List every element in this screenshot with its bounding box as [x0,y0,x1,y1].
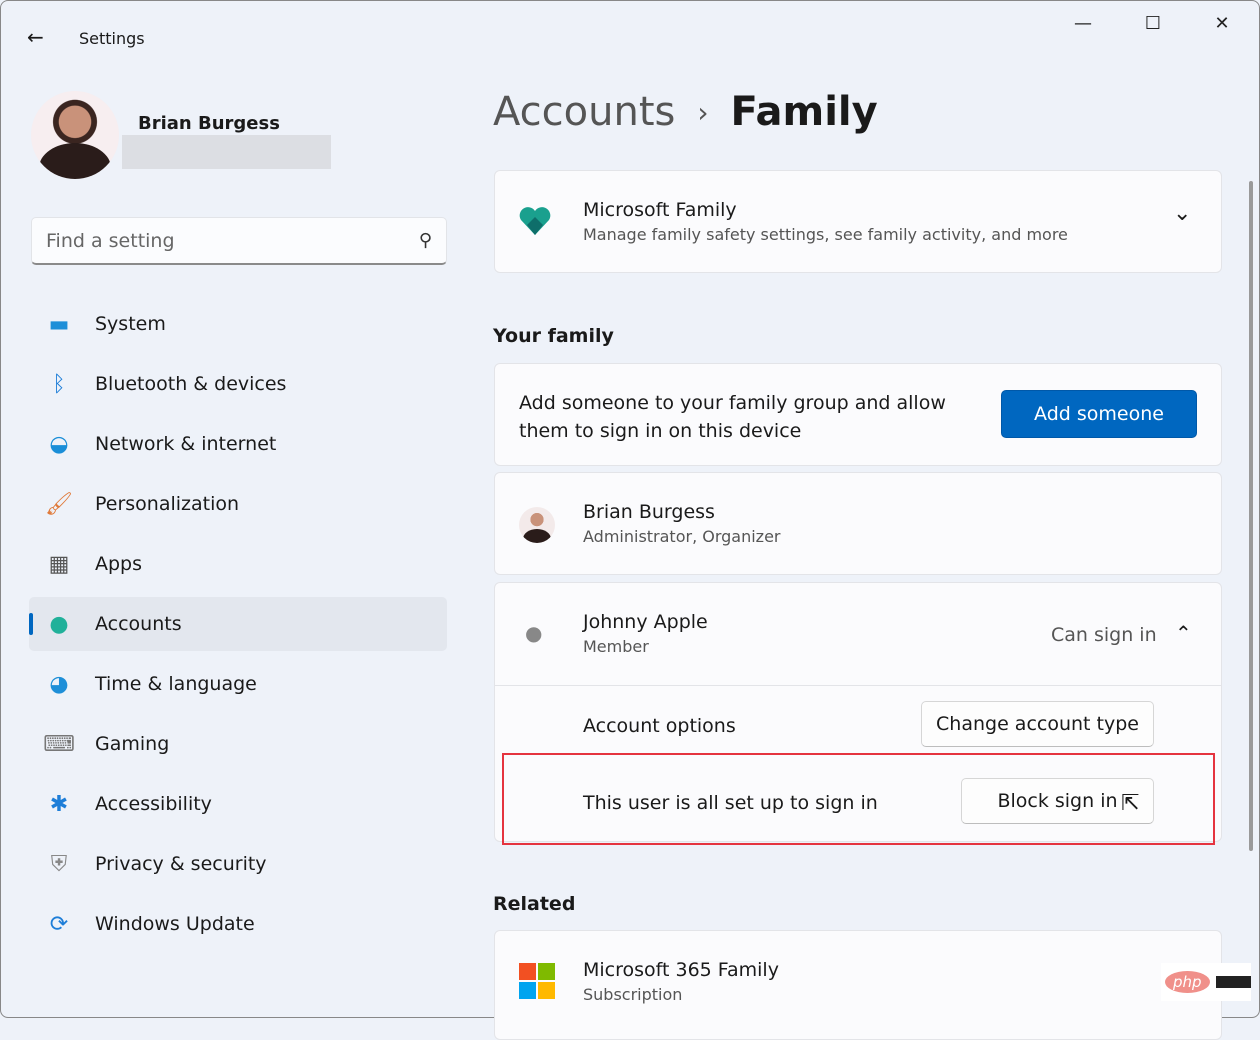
back-button[interactable]: ← [27,25,44,49]
search-placeholder: Find a setting [46,229,175,252]
related-item[interactable]: Microsoft 365 Family Subscription [494,930,1222,1040]
gamepad-icon: ⌨ [43,731,75,757]
person-icon: ● [49,611,69,637]
update-icon: ⟳ [49,911,69,937]
member-name: Johnny Apple [583,611,708,633]
ms-family-subtitle: Manage family safety settings, see famil… [583,225,1068,244]
bluetooth-icon: ᛒ [52,371,66,397]
sidebar-item-accounts[interactable]: ● Accounts [29,597,447,651]
account-options-label: Account options [583,715,736,737]
sidebar-item-label: Time & language [95,673,257,695]
chevron-down-icon[interactable]: ⌄ [1173,201,1191,226]
sidebar-item-label: System [95,313,166,335]
family-heart-icon [517,203,553,239]
sidebar-item-privacy-security[interactable]: ⛨ Privacy & security [29,837,447,891]
microsoft-logo-icon [519,963,555,999]
sidebar-item-label: Accounts [95,613,182,635]
window-title: Settings [79,29,145,48]
member-name: Brian Burgess [583,501,715,523]
sidebar-item-label: Privacy & security [95,853,267,875]
add-someone-button[interactable]: Add someone [1001,390,1197,438]
sidebar-item-personalization[interactable]: 🖌 Personalization [29,477,447,531]
highlight-box [502,753,1215,845]
accessibility-icon: ✱ [49,791,69,817]
person-icon: ● [525,621,543,645]
sidebar-item-label: Gaming [95,733,170,755]
ms-family-title: Microsoft Family [583,199,737,221]
sidebar-item-bluetooth-devices[interactable]: ᛒ Bluetooth & devices [29,357,447,411]
apps-icon: ▦ [48,551,70,577]
related-title: Microsoft 365 Family [583,959,779,981]
chevron-up-icon[interactable]: ⌃ [1175,621,1192,645]
member-avatar [519,507,555,543]
maximize-button[interactable]: ☐ [1133,13,1173,34]
sidebar-item-system[interactable]: ▬ System [29,297,447,351]
related-heading: Related [493,893,576,915]
watermark: php [1161,963,1251,1001]
member-row[interactable]: Brian Burgess Administrator, Organizer [494,472,1222,575]
add-family-text: Add someone to your family group and all… [519,392,946,442]
close-button[interactable]: ✕ [1202,13,1242,34]
member-status: Can sign in [1051,624,1157,646]
monitor-icon: ▬ [48,311,70,337]
sidebar-item-label: Network & internet [95,433,277,455]
wifi-icon: ◒ [49,431,69,457]
sidebar-item-label: Windows Update [95,913,255,935]
brush-icon: 🖌 [45,491,73,517]
related-subtitle: Subscription [583,985,683,1004]
sidebar-nav: ▬ System ᛒ Bluetooth & devices ◒ Network & in… [29,297,447,957]
sidebar-item-windows-update[interactable]: ⟳ Windows Update [29,897,447,951]
php-logo: php [1165,971,1210,993]
member-role: Member [583,637,649,656]
divider [495,685,1221,686]
sidebar-item-label: Accessibility [95,793,212,815]
page-title: Family [730,89,878,135]
sidebar-item-label: Bluetooth & devices [95,373,287,395]
sidebar-item-gaming[interactable]: ⌨ Gaming [29,717,447,771]
breadcrumb: Accounts › Family [493,89,878,135]
add-family-card: Add someone to your family group and all… [494,363,1222,466]
search-input[interactable]: Find a setting ⚲ [31,217,447,265]
sidebar-item-accessibility[interactable]: ✱ Accessibility [29,777,447,831]
breadcrumb-accounts[interactable]: Accounts [493,89,675,135]
microsoft-family-card[interactable]: Microsoft Family Manage family safety se… [494,170,1222,273]
scrollbar[interactable] [1249,181,1253,851]
shield-icon: ⛨ [50,851,68,877]
sidebar-item-network-internet[interactable]: ◒ Network & internet [29,417,447,471]
sidebar-item-apps[interactable]: ▦ Apps [29,537,447,591]
sidebar-item-time-language[interactable]: ◕ Time & language [29,657,447,711]
sidebar-item-label: Apps [95,553,143,575]
your-family-heading: Your family [493,325,614,347]
sidebar-item-label: Personalization [95,493,240,515]
minimize-button[interactable]: — [1063,13,1103,34]
avatar[interactable] [31,91,119,179]
redacted-email [122,135,331,169]
user-name: Brian Burgess [138,113,280,134]
search-icon: ⚲ [418,230,432,251]
member-role: Administrator, Organizer [583,527,781,546]
chevron-right-icon: › [697,95,709,129]
globe-clock-icon: ◕ [49,671,69,697]
change-account-type-button[interactable]: Change account type [921,701,1154,747]
